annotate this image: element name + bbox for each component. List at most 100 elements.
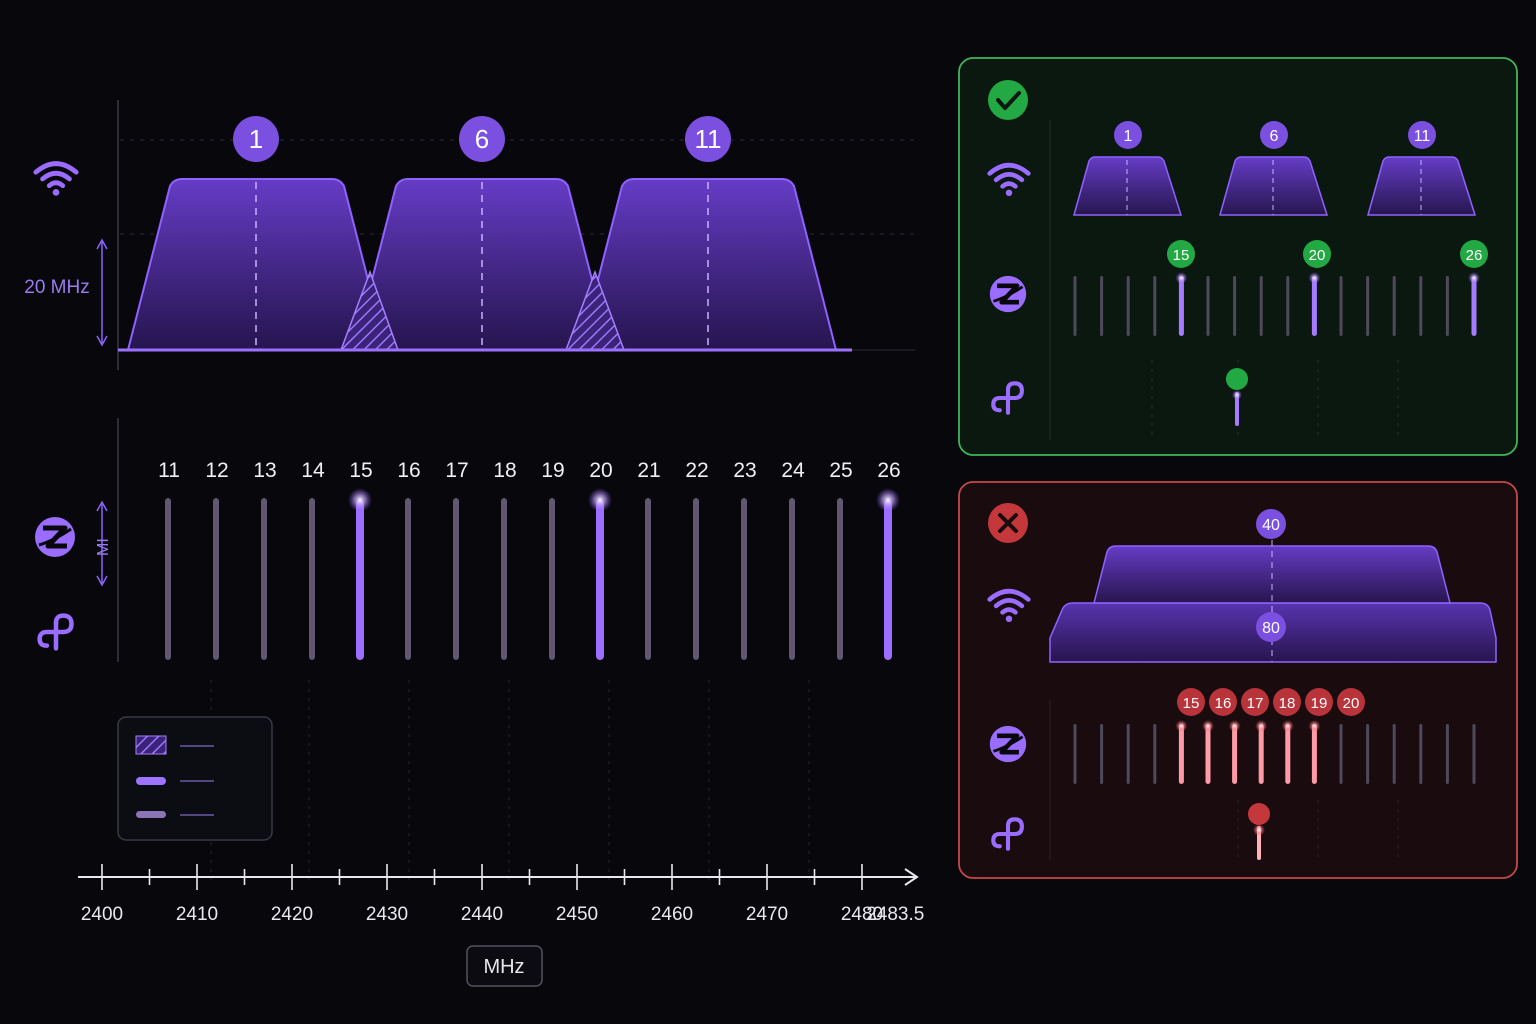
- svg-text:15: 15: [1183, 695, 1200, 712]
- zigbee-channel-22: 22: [685, 459, 709, 660]
- bandwidth-marker: 20 MHz: [24, 238, 108, 347]
- axis-tick-label: 2400: [81, 904, 123, 925]
- zigbee-channel-label: 22: [685, 459, 708, 482]
- zigbee-bar-active: [356, 500, 364, 660]
- svg-text:17: 17: [1247, 695, 1264, 712]
- zigbee-channel-20: 20: [588, 459, 613, 660]
- zigbee-bar: [1073, 276, 1077, 336]
- zigbee-channel-label: 24: [781, 459, 805, 482]
- zigbee-bar-active: [1205, 724, 1211, 784]
- zigbee-channel-label: 26: [877, 459, 900, 482]
- zigbee-channel-label: 16: [397, 459, 420, 482]
- mi-label: MI: [95, 538, 112, 556]
- zigbee-channel-26: 26: [876, 459, 901, 660]
- zigbee-bar-glow: [1175, 272, 1188, 284]
- zigbee-bar-active: [1258, 724, 1264, 784]
- zigbee-bar: [1445, 724, 1449, 784]
- thread-icon: [40, 616, 72, 649]
- ok-icon: [988, 80, 1028, 120]
- zigbee-bar-glow: [1228, 720, 1241, 732]
- wifi-channel-1: [126, 178, 388, 351]
- zigbee-bar: [1419, 724, 1423, 784]
- zigbee-bar: [1259, 276, 1263, 336]
- axis-tick-label: 2470: [746, 904, 788, 925]
- zigbee-bar: [1392, 724, 1396, 784]
- zigbee-bar-glow: [1202, 720, 1214, 732]
- zigbee-bar-active: [1178, 724, 1184, 784]
- zigbee-bar-active: [1232, 724, 1238, 784]
- zigbee-bar: [1073, 724, 1077, 784]
- zigbee-bar: [309, 498, 315, 660]
- svg-text:1: 1: [249, 124, 263, 154]
- zigbee-bar-glow: [588, 488, 612, 512]
- zigbee-channel-24: 24: [781, 459, 805, 660]
- wifi-badge-80: 80: [1256, 612, 1286, 642]
- zigbee-badge-20: 20: [1337, 688, 1365, 716]
- zigbee-icon: [35, 517, 75, 557]
- zigbee-channel-label: 23: [733, 459, 756, 482]
- zigbee-channel-15: 15: [348, 459, 373, 660]
- zigbee-bar: [837, 498, 843, 660]
- svg-text:1: 1: [1124, 128, 1133, 145]
- wifi-channel-6: [352, 178, 612, 351]
- axis-tick-label: 2420: [271, 904, 313, 925]
- zigbee-bar-active: [1178, 276, 1184, 336]
- zigbee-bar: [1366, 724, 1370, 784]
- zigbee-bar: [645, 498, 651, 660]
- zigbee-bar: [165, 498, 171, 660]
- zigbee-badge-16: 16: [1209, 688, 1237, 716]
- zigbee-badge-26: 26: [1460, 240, 1488, 268]
- axis-tick-label: 2450: [556, 904, 598, 925]
- zigbee-bar: [1419, 276, 1423, 336]
- svg-text:19: 19: [1311, 695, 1328, 712]
- zigbee-channel-label: 15: [349, 459, 372, 482]
- zigbee-channel-label: 25: [829, 459, 852, 482]
- zigbee-bar: [1126, 276, 1130, 336]
- bad-config-panel: 40 80 15 16 17 18 19 20: [958, 481, 1518, 879]
- zigbee-bar: [1339, 276, 1343, 336]
- legend: [117, 716, 273, 841]
- svg-text:15: 15: [1173, 247, 1190, 264]
- zigbee-badge-17: 17: [1241, 688, 1269, 716]
- zigbee-icon: [990, 726, 1026, 762]
- zigbee-bar-glow: [1308, 272, 1321, 284]
- zigbee-bar-glow: [1308, 720, 1321, 732]
- zigbee-channel-17: 17: [445, 459, 469, 660]
- zigbee-bar-active: [884, 500, 892, 660]
- zigbee-channel-label: 20: [589, 459, 612, 482]
- zigbee-bar: [1233, 276, 1237, 336]
- axis-tick-label: 2430: [366, 904, 408, 925]
- zigbee-bar: [789, 498, 795, 660]
- legend-used-swatch: [136, 777, 166, 785]
- wifi-icon: [36, 164, 76, 196]
- svg-text:18: 18: [1279, 695, 1296, 712]
- zigbee-channel-25: 25: [829, 459, 853, 660]
- zigbee-bar-glow: [1175, 720, 1188, 732]
- axis-tick-label: 2483.5: [866, 904, 924, 925]
- bad-icon: [988, 503, 1028, 543]
- zigbee-channel-12: 12: [205, 459, 229, 660]
- svg-text:20: 20: [1309, 247, 1326, 264]
- zigbee-channel-21: 21: [637, 459, 661, 660]
- zigbee-icon: [990, 276, 1026, 312]
- zigbee-channel-bars: 11 12 13 14 15 16 17 18 19 20 21 22 23 24 25 26: [158, 459, 901, 660]
- axis-tick-label: 2460: [651, 904, 693, 925]
- zigbee-bar-active: [1285, 724, 1291, 784]
- zigbee-channel-label: 17: [445, 459, 468, 482]
- zigbee-bar: [405, 498, 411, 660]
- zigbee-channel-11: 11: [158, 459, 180, 660]
- zigbee-bar-glow: [1281, 720, 1294, 732]
- svg-text:6: 6: [475, 124, 489, 154]
- zigbee-channel-label: 12: [205, 459, 228, 482]
- zigbee-channel-label: 11: [158, 459, 180, 482]
- zigbee-bar-glow: [348, 488, 372, 512]
- zigbee-channel-14: 14: [301, 459, 325, 660]
- zigbee-channel-label: 21: [637, 459, 660, 482]
- zigbee-badge-18: 18: [1273, 688, 1301, 716]
- channel-badge-1: 1: [233, 116, 279, 162]
- zigbee-bar-glow: [1255, 720, 1268, 732]
- zigbee-channel-label: 19: [541, 459, 564, 482]
- svg-text:80: 80: [1262, 620, 1280, 637]
- unit-box: MHz: [466, 945, 543, 987]
- zigbee-bar: [549, 498, 555, 660]
